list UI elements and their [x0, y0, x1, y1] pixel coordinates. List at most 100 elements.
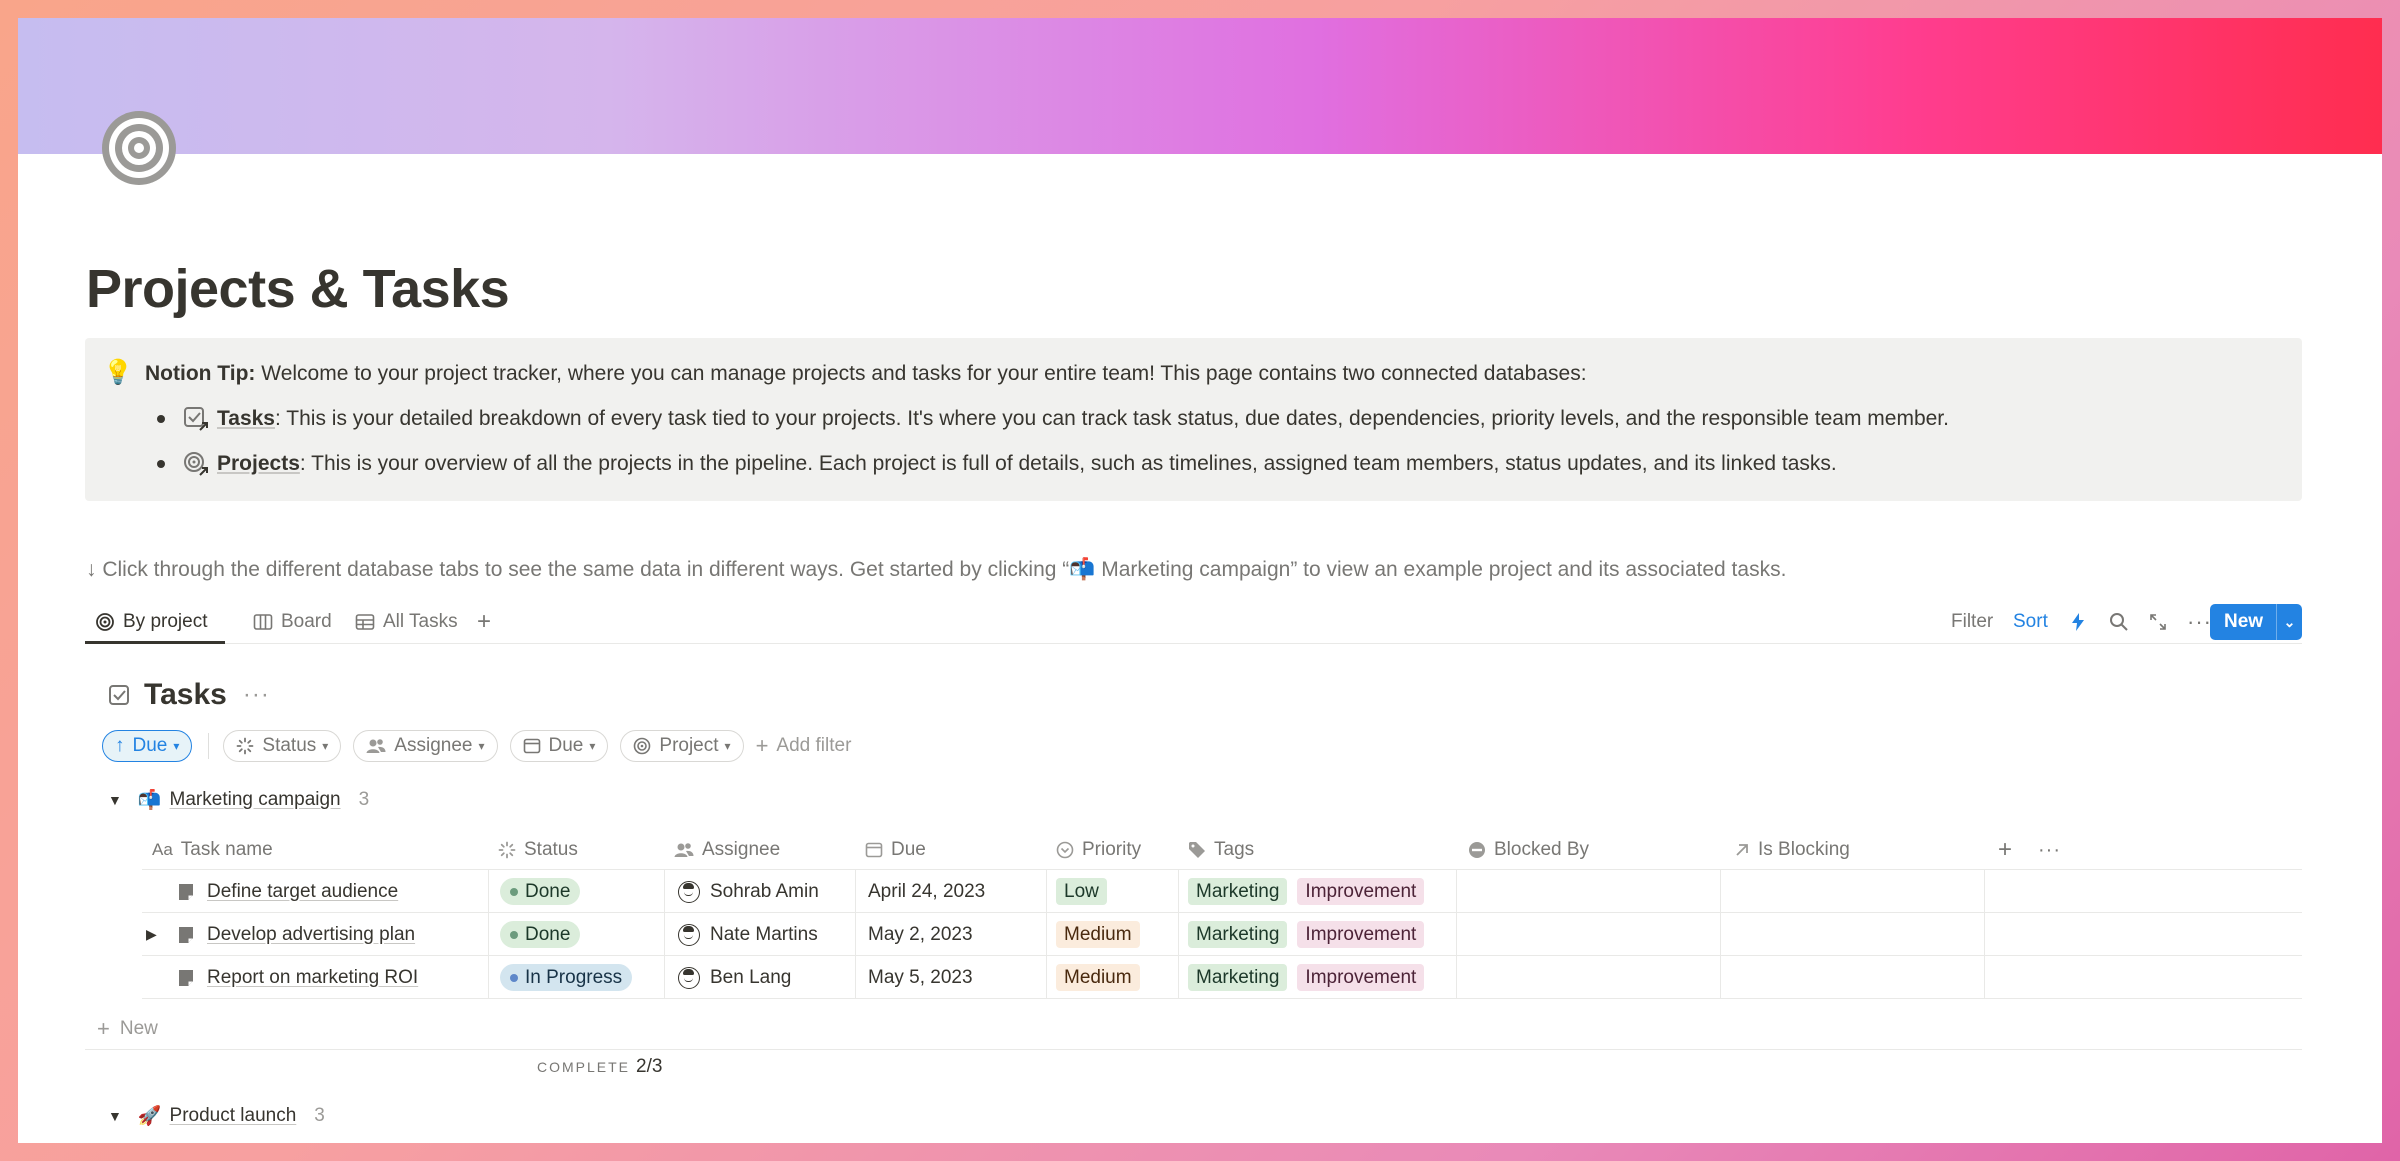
- group-name[interactable]: Product launch: [170, 1105, 297, 1127]
- group-count: 3: [358, 789, 370, 810]
- assignee-cell[interactable]: Ben Lang: [678, 956, 791, 999]
- status-cell[interactable]: Done: [500, 913, 581, 956]
- add-view-button[interactable]: +: [477, 606, 491, 638]
- column-label: Blocked By: [1494, 839, 1590, 860]
- page-title[interactable]: Projects & Tasks: [86, 258, 510, 320]
- priority-cell[interactable]: Medium: [1056, 956, 1140, 999]
- toggle-right-icon[interactable]: ▶: [146, 913, 157, 956]
- search-icon[interactable]: [2109, 606, 2129, 638]
- toggle-down-icon[interactable]: ▼: [108, 1108, 122, 1124]
- people-icon: [674, 841, 694, 859]
- board-icon: [253, 612, 273, 632]
- group-header-product-launch[interactable]: ▼ 🚀 Product launch 3: [108, 1104, 325, 1128]
- task-name[interactable]: Report on marketing ROI: [207, 956, 418, 999]
- column-header-status[interactable]: Status: [498, 830, 578, 870]
- blocked-by-cell[interactable]: [1462, 913, 1720, 956]
- new-button[interactable]: New ⌄: [2210, 604, 2302, 640]
- target-link-icon: [183, 451, 209, 477]
- due-cell[interactable]: May 2, 2023: [868, 913, 973, 956]
- column-label: Assignee: [702, 839, 781, 860]
- plus-icon: +: [1998, 836, 2013, 863]
- blocked-by-cell[interactable]: [1462, 870, 1720, 913]
- cell-divider: [855, 913, 856, 956]
- priority-icon: [1056, 841, 1074, 859]
- sort-chip-due[interactable]: ↑ Due ▾: [102, 730, 193, 762]
- more-options-icon[interactable]: ···: [2187, 606, 2212, 638]
- filter-button[interactable]: Filter: [1951, 606, 1993, 638]
- tag-badge: Marketing: [1188, 921, 1288, 948]
- column-header-due[interactable]: Due: [865, 830, 926, 870]
- table-row[interactable]: ▶ Develop advertising plan Done Nate Mar…: [142, 913, 2302, 956]
- tags-cell[interactable]: Marketing Improvement: [1188, 956, 1425, 999]
- expand-icon[interactable]: [2149, 606, 2167, 638]
- tasks-desc: : This is your detailed breakdown of eve…: [275, 406, 1949, 430]
- status-cell[interactable]: In Progress: [500, 956, 633, 999]
- priority-badge: Medium: [1056, 964, 1140, 991]
- chevron-down-icon: ▾: [724, 739, 731, 753]
- tags-cell[interactable]: Marketing Improvement: [1188, 913, 1425, 956]
- tab-by-project[interactable]: By project: [95, 606, 207, 638]
- tab-board[interactable]: Board: [253, 606, 332, 638]
- column-header-assignee[interactable]: Assignee: [674, 830, 780, 870]
- chip-label: Due: [548, 735, 584, 756]
- database-more-icon[interactable]: ···: [243, 681, 270, 709]
- target-icon[interactable]: [100, 109, 178, 187]
- automation-bolt-icon[interactable]: [2070, 606, 2086, 638]
- add-column-button[interactable]: +: [1998, 830, 2012, 870]
- column-header-blocked-by[interactable]: Blocked By: [1468, 830, 1589, 870]
- callout-list: Tasks: This is your detailed breakdown o…: [157, 396, 1949, 486]
- tags-cell[interactable]: Marketing Improvement: [1188, 870, 1425, 913]
- column-header-is-blocking[interactable]: Is Blocking: [1734, 830, 1850, 870]
- status-summary[interactable]: COMPLETE 2/3: [537, 1056, 662, 1078]
- group-name[interactable]: Marketing campaign: [170, 789, 341, 811]
- priority-cell[interactable]: Low: [1056, 870, 1107, 913]
- is-blocking-cell[interactable]: [1726, 870, 1982, 913]
- tab-label: All Tasks: [383, 611, 458, 632]
- chip-label: Status: [262, 735, 317, 756]
- column-more-icon[interactable]: ···: [2038, 830, 2061, 870]
- add-filter-button[interactable]: + Add filter: [756, 733, 852, 759]
- priority-cell[interactable]: Medium: [1056, 913, 1140, 956]
- callout-item-tasks: Tasks: This is your detailed breakdown o…: [157, 396, 1949, 441]
- group-header-marketing[interactable]: ▼ 📬 Marketing campaign 3: [108, 788, 369, 812]
- tab-all-tasks[interactable]: All Tasks: [355, 606, 458, 638]
- add-new-row-button[interactable]: + New: [85, 1008, 2302, 1050]
- projects-link[interactable]: Projects: [217, 452, 300, 476]
- active-tab-indicator: [85, 641, 225, 644]
- assignee-name: Ben Lang: [710, 966, 792, 988]
- assignee-cell[interactable]: Nate Martins: [678, 913, 818, 956]
- cell-divider: [664, 913, 665, 956]
- tasks-link[interactable]: Tasks: [217, 407, 275, 431]
- new-button-label: New: [2224, 611, 2264, 632]
- table-row[interactable]: Report on marketing ROI In Progress Ben …: [142, 956, 2302, 999]
- due-cell[interactable]: May 5, 2023: [868, 956, 973, 999]
- is-blocking-cell[interactable]: [1726, 913, 1982, 956]
- cell-divider: [1046, 913, 1047, 956]
- cell-divider: [1456, 870, 1457, 913]
- is-blocking-cell[interactable]: [1726, 956, 1982, 999]
- column-header-task-name[interactable]: Aa Task name: [152, 830, 273, 870]
- toggle-down-icon[interactable]: ▼: [108, 792, 122, 808]
- filter-chip-due[interactable]: Due ▾: [509, 730, 609, 762]
- filter-chip-assignee[interactable]: Assignee ▾: [353, 730, 498, 762]
- table-row[interactable]: Define target audience Done Sohrab Amin …: [142, 870, 2302, 913]
- tag-badge: Marketing: [1188, 964, 1288, 991]
- status-cell[interactable]: Done: [500, 870, 581, 913]
- page-cover[interactable]: [18, 18, 2382, 154]
- column-label: Tags: [1214, 839, 1255, 860]
- cell-divider: [1178, 913, 1179, 956]
- sort-button[interactable]: Sort: [2013, 606, 2048, 638]
- task-name[interactable]: Define target audience: [207, 870, 398, 913]
- due-cell[interactable]: April 24, 2023: [868, 870, 985, 913]
- assignee-cell[interactable]: Sohrab Amin: [678, 870, 819, 913]
- database-title[interactable]: Tasks ···: [108, 678, 270, 712]
- column-header-tags[interactable]: Tags: [1188, 830, 1254, 870]
- filter-chip-project[interactable]: Project ▾: [620, 730, 744, 762]
- filter-chip-status[interactable]: Status ▾: [223, 730, 342, 762]
- blocked-by-cell[interactable]: [1462, 956, 1720, 999]
- task-name[interactable]: Develop advertising plan: [207, 913, 415, 956]
- chevron-down-icon[interactable]: ⌄: [2277, 614, 2302, 631]
- column-label: Task name: [180, 839, 273, 860]
- tag-icon: [1188, 841, 1206, 859]
- column-header-priority[interactable]: Priority: [1056, 830, 1141, 870]
